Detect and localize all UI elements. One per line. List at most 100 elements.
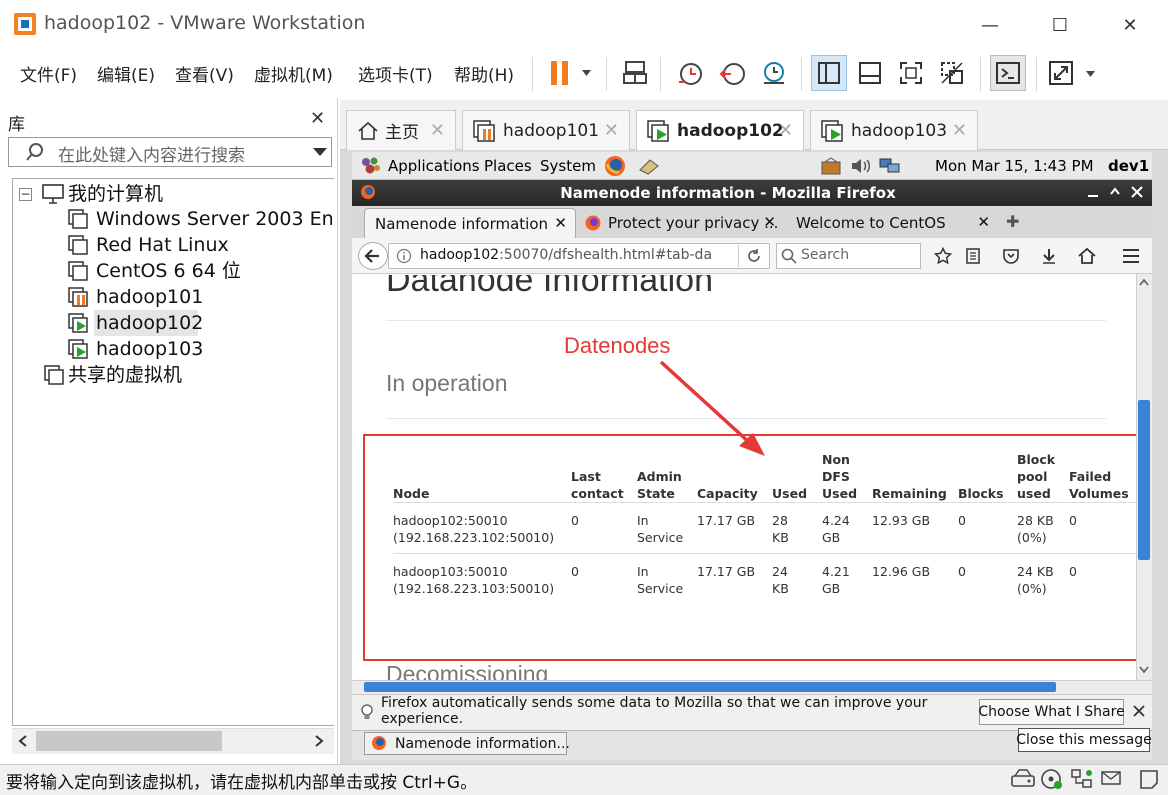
menu-view[interactable]: 查看(V) [175,61,234,86]
tab-hadoop103[interactable]: hadoop103 ✕ [810,110,978,150]
back-button[interactable] [358,242,388,270]
vm-icon [68,209,88,229]
network-icon[interactable] [878,156,902,176]
annotation-arrow-icon [655,358,770,460]
ff-tab-privacy[interactable]: Protect your privacy ... ✕ [578,208,784,238]
menu-edit[interactable]: 编辑(E) [97,61,155,86]
tab-hadoop102[interactable]: hadoop102 ✕ [636,110,804,151]
tab-label: hadoop101 [503,120,600,141]
show-thumbnail-bar-icon[interactable] [852,55,888,91]
hard-disk-icon[interactable] [1010,768,1036,790]
snapshot-manager-icon[interactable] [756,55,792,91]
tab-label: 主页 [385,123,419,143]
notes-launcher-icon[interactable] [638,156,660,176]
home-icon[interactable] [1078,247,1096,265]
tooltip: Close this message [1016,728,1152,752]
maximize-button[interactable]: ☐ [1037,8,1083,42]
tree-vm-centos[interactable]: CentOS 6 64 位 [96,258,241,284]
bookmark-star-icon[interactable] [934,247,952,265]
unity-icon[interactable] [934,55,970,91]
close-tab-icon[interactable]: ✕ [763,213,776,231]
tree-shared-vms[interactable]: 共享的虚拟机 [68,362,182,388]
firefox-launcher-icon[interactable] [604,155,626,177]
menu-file[interactable]: 文件(F) [20,61,77,86]
tree-vm-windows-server[interactable]: Windows Server 2003 Enter [96,206,332,232]
tree-vm-hadoop103[interactable]: hadoop103 [96,336,203,362]
close-tab-icon[interactable]: ✕ [554,214,567,232]
reload-icon[interactable] [746,248,762,264]
ff-tab-namenode[interactable]: Namenode information ✕ [364,208,576,238]
gnome-menu-system[interactable]: System [540,157,596,175]
revert-snapshot-icon[interactable] [714,55,750,91]
full-screen-icon[interactable] [893,55,929,91]
library-close-button[interactable]: ✕ [310,108,325,129]
close-tab-icon[interactable]: ✕ [952,120,967,141]
snapshot-icon[interactable] [672,55,708,91]
page-scroll-thumb[interactable] [1138,400,1150,560]
downloads-icon[interactable] [1040,247,1058,265]
notes-icon[interactable] [1138,768,1160,790]
taskbar-window-button[interactable]: Namenode information... [364,732,570,755]
menu-help[interactable]: 帮助(H) [454,61,514,86]
scroll-left-icon[interactable] [18,735,28,747]
tree-vm-hadoop102[interactable]: hadoop102 [96,310,203,336]
info-icon[interactable] [396,248,412,264]
ff-tab-centos[interactable]: Welcome to CentOS ✕ [786,208,998,238]
gnome-menu-applications[interactable]: Applications [388,157,480,175]
new-tab-button[interactable]: ✚ [1006,212,1019,231]
search-icon [24,141,46,163]
pocket-icon[interactable] [1002,247,1020,265]
gnome-clock[interactable]: Mon Mar 15, 1:43 PM [935,157,1094,175]
tab-label: Protect your privacy ... [608,214,779,232]
gnome-menu-places[interactable]: Places [484,157,532,175]
tab-hadoop101[interactable]: hadoop101 ✕ [462,110,630,150]
show-library-icon[interactable] [811,55,847,91]
tab-home[interactable]: 主页 ✕ [346,110,456,150]
close-notification-icon[interactable] [1132,704,1146,718]
library-scroll-thumb[interactable] [36,731,222,751]
menu-tabs[interactable]: 选项卡(T) [358,61,433,86]
vm-running-icon [821,119,843,142]
menu-vm[interactable]: 虚拟机(M) [254,61,333,86]
gnome-user[interactable]: dev1 [1108,157,1149,175]
network-adapter-icon[interactable] [1070,768,1094,790]
close-window-button[interactable]: ✕ [1107,8,1153,42]
vm-running-icon [647,120,669,142]
page-hscroll-thumb[interactable] [364,682,1056,692]
message-icon[interactable] [1100,768,1124,790]
search-icon [781,248,797,264]
hamburger-menu-icon[interactable] [1122,248,1140,264]
tree-collapse-toggle[interactable]: − [19,188,32,201]
scroll-right-icon[interactable] [314,735,324,747]
ff-minimize-icon[interactable] [1086,185,1100,199]
ff-maximize-icon[interactable] [1108,185,1122,199]
search-dropdown-icon[interactable] [313,148,327,158]
vm-running-icon [68,339,88,359]
cd-drive-icon[interactable] [1040,768,1064,790]
scroll-down-icon[interactable] [1139,666,1149,674]
tree-vm-redhat[interactable]: Red Hat Linux [96,232,229,258]
choose-what-i-share-button[interactable]: Choose What I Share [978,699,1125,725]
firefox-icon [371,735,387,751]
vm-icon [68,235,88,255]
volume-icon[interactable] [850,156,872,176]
tree-vm-hadoop101[interactable]: hadoop101 [96,284,203,310]
divider [386,320,1106,321]
notification-tray-icon[interactable] [820,156,844,176]
send-ctrl-alt-del-icon[interactable] [617,55,653,91]
minimize-button[interactable]: — [967,8,1013,42]
close-tab-icon[interactable]: ✕ [430,120,445,141]
pause-icon[interactable] [542,55,598,91]
console-view-icon[interactable] [990,55,1026,91]
reading-list-icon[interactable] [964,247,982,265]
toolbar-separator [606,57,607,91]
close-tab-icon[interactable]: ✕ [604,120,619,141]
scroll-up-icon[interactable] [1139,278,1149,286]
close-tab-icon[interactable]: ✕ [977,213,990,231]
library-title: 库 [8,115,25,135]
firefox-window-title: Namenode information - Mozilla Firefox [560,184,896,202]
stretch-guest-icon[interactable] [1046,55,1102,91]
close-tab-icon[interactable]: ✕ [778,120,793,141]
tree-my-computer[interactable]: 我的计算机 [68,181,163,207]
ff-close-icon[interactable] [1130,185,1144,199]
